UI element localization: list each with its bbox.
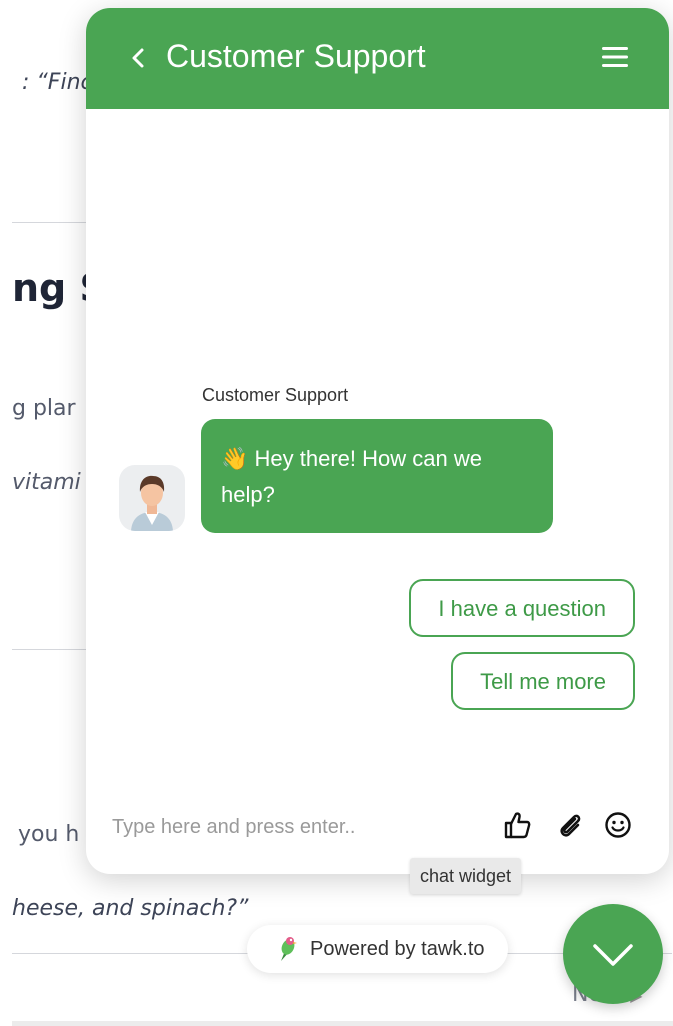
chevron-down-icon xyxy=(593,944,633,966)
page: : “Finc ng Sc g plar vitami you h heese,… xyxy=(0,0,673,1026)
waving-hand-icon: 👋 xyxy=(221,446,249,471)
chat-header: Customer Support xyxy=(86,8,669,109)
article-quote-fragment: : “Finc xyxy=(22,70,93,95)
article-text-fragment: g plar xyxy=(12,396,76,421)
page-bottom-bar xyxy=(0,1021,673,1026)
tawk-logo-icon xyxy=(275,935,299,963)
chevron-left-icon xyxy=(132,48,144,68)
attach-file-button[interactable] xyxy=(555,810,585,840)
message-composer xyxy=(86,798,669,874)
article-italic-fragment: vitami xyxy=(12,470,81,495)
menu-button[interactable] xyxy=(600,44,630,70)
article-quote-fragment: heese, and spinach?” xyxy=(12,896,249,921)
rate-button[interactable] xyxy=(502,810,532,840)
chat-window: Customer Support Customer Support 👋 Hey … xyxy=(86,8,669,874)
powered-by-text: Powered by tawk.to xyxy=(310,938,485,960)
chat-widget-tooltip: chat widget xyxy=(410,858,522,894)
agent-name: Customer Support xyxy=(202,385,349,405)
emoji-button[interactable] xyxy=(603,810,633,840)
page-margin xyxy=(0,0,12,1026)
powered-by-link[interactable]: Powered by tawk.to xyxy=(247,925,508,973)
quick-reply-tell-more-button[interactable]: Tell me more xyxy=(451,652,635,710)
minimize-chat-button[interactable] xyxy=(563,904,663,1004)
article-divider xyxy=(12,649,92,650)
hamburger-menu-icon xyxy=(602,47,628,67)
thumbs-up-icon xyxy=(504,812,531,839)
person-avatar-icon xyxy=(131,475,173,531)
article-text-fragment: you h xyxy=(18,822,80,847)
chat-title: Customer Support xyxy=(166,38,426,74)
agent-message-text: Hey there! How can we help? xyxy=(221,446,482,507)
paperclip-icon xyxy=(560,814,581,837)
smiley-icon xyxy=(605,812,631,838)
message-input[interactable] xyxy=(110,808,484,846)
agent-message-bubble: 👋 Hey there! How can we help? xyxy=(201,419,553,533)
article-divider xyxy=(12,222,92,223)
back-button[interactable] xyxy=(126,40,154,76)
agent-avatar xyxy=(119,465,185,531)
quick-reply-question-button[interactable]: I have a question xyxy=(409,579,635,637)
